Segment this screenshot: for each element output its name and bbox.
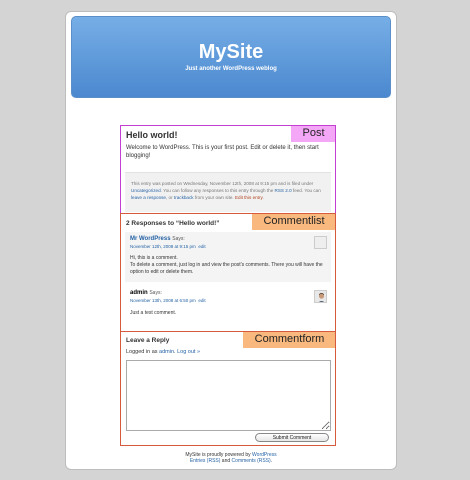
comment-date-link[interactable]: November 13th, 2008 at 6:50 pm: [130, 298, 196, 303]
post-title[interactable]: Hello world!: [126, 130, 178, 140]
comment-item: admin Says: November 13th, 2008 at 6:50 …: [125, 286, 331, 334]
post-meta-text: This entry was posted on Wednesday, Nove…: [131, 181, 314, 186]
page-container: MySite Just another WordPress weblog Pos…: [65, 11, 397, 470]
category-link[interactable]: Uncategorized: [131, 188, 161, 193]
commentlist-label: Commentlist: [252, 214, 335, 230]
comment-edit-link[interactable]: edit: [198, 298, 205, 303]
avatar: [314, 236, 327, 249]
post-meta-text: , or: [166, 195, 174, 200]
leave-response-link[interactable]: leave a response: [131, 195, 166, 200]
post-body: Welcome to WordPress. This is your first…: [126, 145, 319, 159]
user-photo-icon: [315, 291, 326, 302]
comment-author-line: admin Says:: [130, 290, 162, 296]
comment-date-line: November 13th, 2008 at 6:50 pm edit: [130, 298, 206, 303]
comment-text-line: To delete a comment, just log in and vie…: [130, 262, 323, 275]
comment-says: Says:: [149, 290, 162, 296]
post-meta-text: feed. You can: [291, 188, 321, 193]
comment-author-line: Mr WordPress Says:: [130, 236, 185, 242]
comment-author-link[interactable]: Mr WordPress: [130, 236, 171, 242]
logged-in-line: Logged in as admin. Log out »: [126, 349, 200, 355]
commentform-label: Commentform: [243, 332, 335, 348]
comment-textarea[interactable]: [126, 360, 331, 431]
comment-author-name: admin: [130, 290, 148, 296]
user-link[interactable]: admin: [159, 349, 174, 355]
logout-link[interactable]: Log out »: [177, 349, 200, 355]
post-section: Post Hello world! Welcome to WordPress. …: [120, 125, 336, 216]
logged-in-text: Logged in as: [126, 349, 160, 355]
submit-comment-button[interactable]: Submit Comment: [255, 433, 329, 442]
footer-line-2: Entries (RSS) and Comments (RSS).: [66, 458, 396, 464]
comment-says: Says:: [172, 236, 185, 242]
footer-text: .: [270, 458, 273, 464]
comment-text: Hi, this is a comment. To delete a comme…: [130, 255, 326, 276]
trackback-link[interactable]: trackback: [174, 195, 194, 200]
post-label: Post: [291, 126, 335, 142]
site-header: MySite Just another WordPress weblog: [71, 16, 391, 98]
comment-date-line: November 12th, 2008 at 9:15 pm edit: [130, 244, 206, 249]
edit-entry-link[interactable]: Edit this entry: [235, 195, 263, 200]
comment-text-line: Hi, this is a comment.: [130, 255, 178, 261]
site-title[interactable]: MySite: [72, 41, 390, 64]
rss-link[interactable]: RSS 2.0: [275, 188, 292, 193]
comment-item: Mr WordPress Says: November 12th, 2008 a…: [125, 232, 331, 282]
post-meta-text: from your own site.: [193, 195, 235, 200]
comment-date-link[interactable]: November 12th, 2008 at 9:15 pm: [130, 244, 196, 249]
post-meta-text: . You can follow any responses to this e…: [160, 188, 275, 193]
site-footer: MySite is proudly powered by WordPress E…: [66, 452, 396, 464]
post-meta: This entry was posted on Wednesday, Nove…: [125, 172, 331, 212]
reply-title: Leave a Reply: [126, 337, 170, 344]
post-meta-text: .: [262, 195, 264, 200]
comments-rss-link[interactable]: Comments (RSS): [232, 458, 271, 464]
comments-title: 2 Responses to “Hello world!”: [126, 220, 220, 227]
entries-rss-link[interactable]: Entries (RSS): [190, 458, 221, 464]
footer-text: and: [220, 458, 232, 464]
commentform-section: Commentform Leave a Reply Logged in as a…: [120, 331, 336, 446]
site-description: Just another WordPress weblog: [185, 66, 277, 72]
avatar: [314, 290, 327, 303]
commentlist-section: Commentlist 2 Responses to “Hello world!…: [120, 213, 336, 338]
comment-text: Just a test comment.: [130, 310, 177, 316]
comment-edit-link[interactable]: edit: [198, 244, 205, 249]
